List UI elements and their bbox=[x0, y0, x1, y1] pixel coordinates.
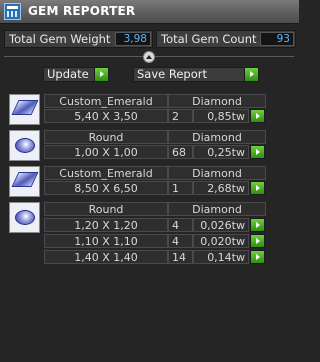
update-button[interactable]: Update bbox=[43, 67, 109, 82]
gem-weight-value: 0,14tw bbox=[193, 250, 249, 264]
save-report-button-label: Save Report bbox=[137, 67, 208, 81]
row-go-arrow-icon[interactable] bbox=[250, 145, 265, 159]
emerald-gem-icon bbox=[9, 166, 40, 197]
gem-size-value: 1,40 X 1,40 bbox=[44, 250, 168, 264]
total-gem-weight-value: 3,98 bbox=[115, 32, 151, 46]
gem-shape-label: Round bbox=[44, 130, 168, 144]
row-go-arrow-icon[interactable] bbox=[250, 250, 265, 264]
gem-weight-value: 0,25tw bbox=[193, 145, 249, 159]
title-bar[interactable]: GEM REPORTER bbox=[0, 0, 299, 24]
gem-material-label: Diamond bbox=[168, 130, 266, 144]
update-button-label: Update bbox=[47, 67, 89, 81]
gem-count-value: 4 bbox=[168, 234, 193, 248]
total-gem-count-label: Total Gem Count bbox=[161, 32, 257, 46]
gem-size-value: 1,10 X 1,10 bbox=[44, 234, 168, 248]
window-title: GEM REPORTER bbox=[28, 4, 136, 18]
gem-weight-value: 0,020tw bbox=[193, 234, 249, 248]
gem-size-value: 8,50 X 6,50 bbox=[44, 181, 168, 195]
emerald-gem-icon bbox=[9, 94, 40, 125]
gem-shape-label: Custom_Emerald bbox=[44, 94, 168, 108]
play-arrow-icon[interactable] bbox=[244, 68, 258, 81]
round-gem-icon bbox=[9, 202, 40, 233]
gem-material-label: Diamond bbox=[168, 166, 266, 180]
gem-material-label: Diamond bbox=[168, 202, 266, 216]
gem-size-value: 1,20 X 1,20 bbox=[44, 218, 168, 232]
total-gem-count-panel: Total Gem Count 93 bbox=[156, 30, 296, 48]
collapse-up-icon[interactable] bbox=[143, 51, 155, 63]
gem-weight-value: 2,68tw bbox=[193, 181, 249, 195]
gem-count-value: 68 bbox=[168, 145, 193, 159]
gem-count-value: 2 bbox=[168, 109, 193, 123]
row-go-arrow-icon[interactable] bbox=[250, 218, 265, 232]
save-report-button[interactable]: Save Report bbox=[133, 67, 259, 82]
play-arrow-icon[interactable] bbox=[94, 68, 108, 81]
gem-count-value: 1 bbox=[168, 181, 193, 195]
gem-size-value: 5,40 X 3,50 bbox=[44, 109, 168, 123]
row-go-arrow-icon[interactable] bbox=[250, 109, 265, 123]
gem-reporter-app-icon bbox=[4, 3, 21, 20]
gem-weight-value: 0,85tw bbox=[193, 109, 249, 123]
total-gem-count-value: 93 bbox=[260, 32, 294, 46]
row-go-arrow-icon[interactable] bbox=[250, 181, 265, 195]
gem-shape-label: Custom_Emerald bbox=[44, 166, 168, 180]
row-go-arrow-icon[interactable] bbox=[250, 234, 265, 248]
gem-count-value: 14 bbox=[168, 250, 193, 264]
gem-material-label: Diamond bbox=[168, 94, 266, 108]
gem-count-value: 4 bbox=[168, 218, 193, 232]
round-gem-icon bbox=[9, 130, 40, 161]
total-gem-weight-label: Total Gem Weight bbox=[9, 32, 111, 46]
gem-weight-value: 0,026tw bbox=[193, 218, 249, 232]
gem-size-value: 1,00 X 1,00 bbox=[44, 145, 168, 159]
gem-shape-label: Round bbox=[44, 202, 168, 216]
total-gem-weight-panel: Total Gem Weight 3,98 bbox=[4, 30, 153, 48]
